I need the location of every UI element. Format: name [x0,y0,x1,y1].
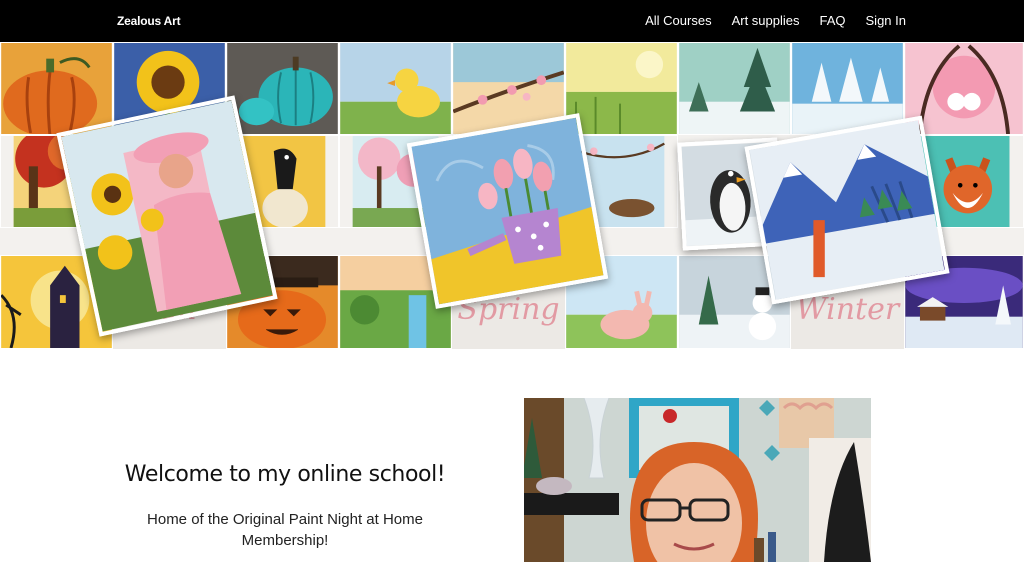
snowy-trees-painting [678,42,791,135]
nav-art-supplies[interactable]: Art supplies [732,13,800,28]
mountain-ski-painting [744,115,950,305]
instructor-photo [524,398,871,562]
tulip-watering-can-painting [406,113,609,309]
teal-pumpkin-painting [226,42,339,135]
duckling-painting [339,42,452,135]
welcome-title: Welcome to my online school! [124,462,446,487]
nav-faq[interactable]: FAQ [820,13,846,28]
meadow-painting [565,42,678,135]
top-navbar: Zealous Art All Courses Art supplies FAQ… [0,0,1024,42]
nav-sign-in[interactable]: Sign In [866,13,906,28]
nav-all-courses[interactable]: All Courses [645,13,711,28]
pumpkin-painting [0,42,113,135]
welcome-subtitle: Home of the Original Paint Night at Home… [147,511,423,549]
brand-logo[interactable]: Zealous Art [117,14,181,28]
nav-links: All Courses Art supplies FAQ Sign In [645,13,906,28]
painting-collage-banner: Fall Spring Winter [0,42,1024,349]
